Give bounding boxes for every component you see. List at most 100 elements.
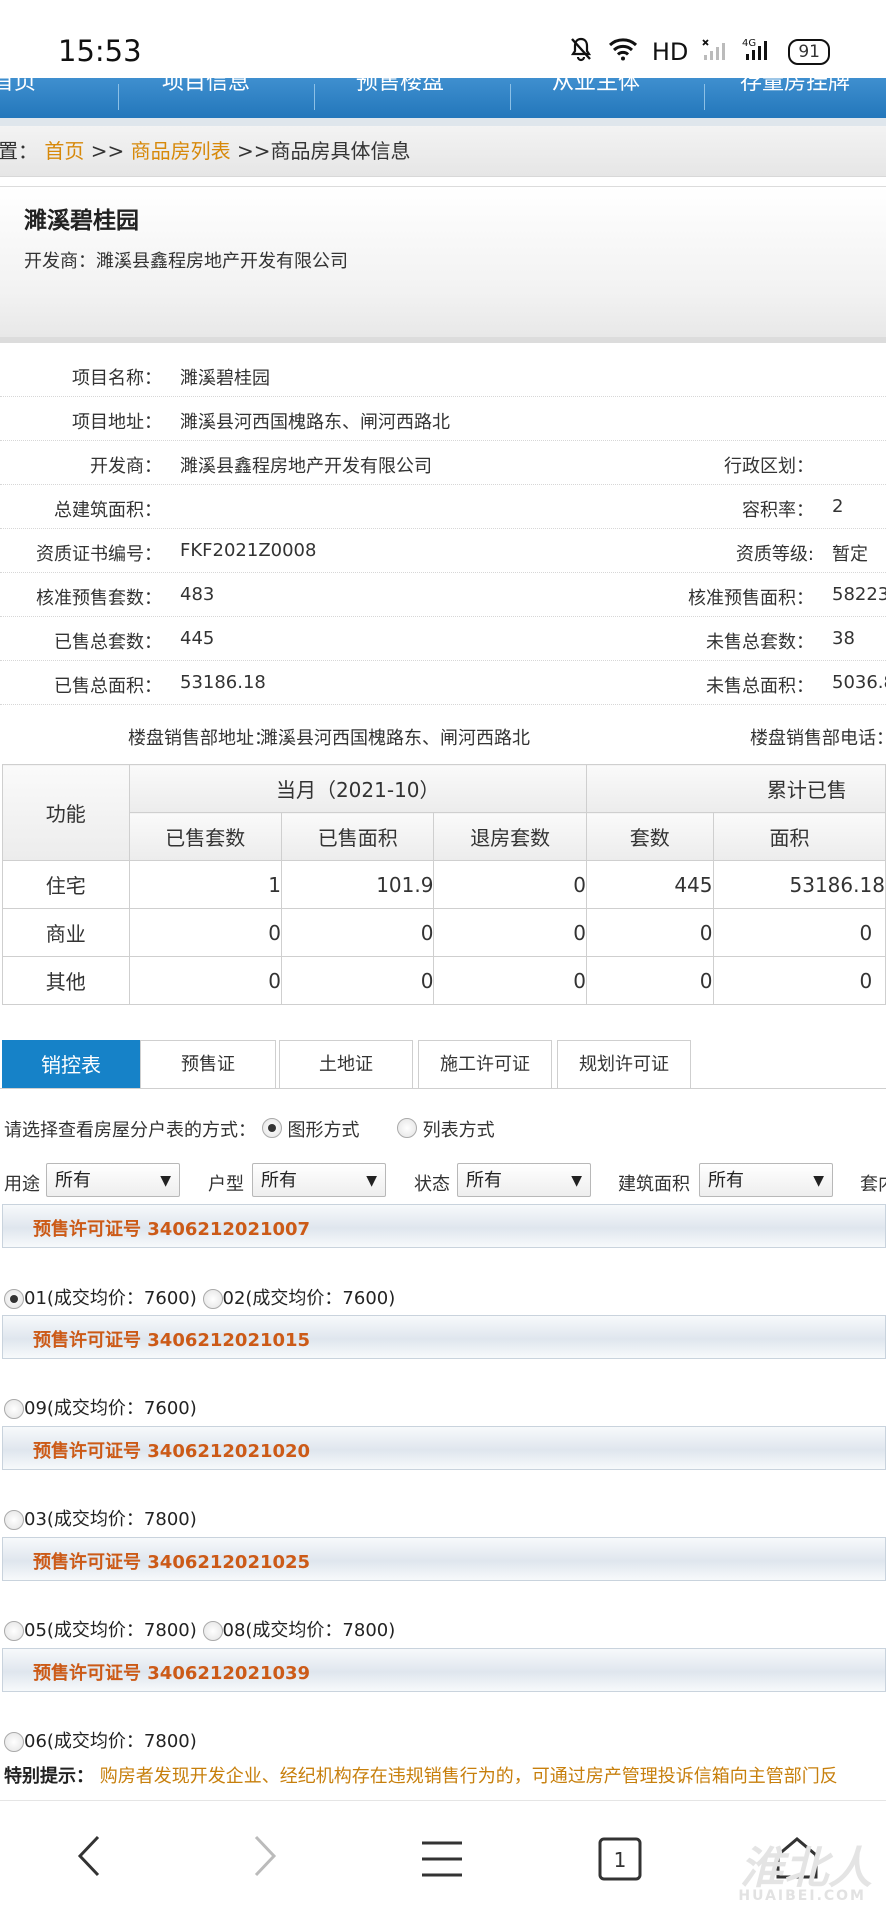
inner-area-label: 套内 bbox=[860, 1174, 886, 1195]
total-area-label: 总建筑面积： bbox=[54, 500, 162, 521]
special-notice: 特别提示： 购房者发现开发企业、经纪机构存在违规销售行为的，可通过房产管理投诉信… bbox=[4, 1762, 838, 1788]
tab-divider bbox=[0, 1088, 886, 1089]
nav-item-project-info[interactable]: 项目信息 bbox=[162, 78, 250, 96]
usage-select[interactable]: 所有 ▼ bbox=[46, 1163, 180, 1197]
nav-item-presale[interactable]: 预售楼盘 bbox=[356, 78, 444, 96]
project-name-label: 项目名称： bbox=[72, 368, 162, 389]
permit-header[interactable]: 预售许可证号 3406212021007 bbox=[2, 1204, 886, 1248]
cell: 0 bbox=[128, 908, 283, 957]
notice-label: 特别提示： bbox=[4, 1766, 94, 1787]
developer-value: 濉溪县鑫程房地产开发有限公司 bbox=[180, 456, 432, 477]
approved-units-label: 核准预售套数： bbox=[36, 588, 162, 609]
cell: 0 bbox=[281, 956, 435, 1005]
status-label: 状态 bbox=[414, 1174, 450, 1195]
menu-icon[interactable] bbox=[420, 1839, 464, 1890]
building-row: 05(成交均价：7800) 08(成交均价：7800) bbox=[4, 1616, 395, 1642]
nav-item-listings[interactable]: 存量房挂牌 bbox=[740, 78, 850, 96]
tab-construction-permit[interactable]: 施工许可证 bbox=[418, 1040, 552, 1089]
row-type: 住宅 bbox=[2, 860, 130, 909]
cumulative-header: 累计已售 bbox=[585, 764, 886, 813]
cell: 1 bbox=[128, 860, 283, 909]
permit-header[interactable]: 预售许可证号 3406212021025 bbox=[2, 1537, 886, 1581]
status-icons: HD 4G 91 bbox=[568, 36, 830, 67]
info-row-units: 已售总套数： 445 未售总套数： 38 bbox=[0, 616, 886, 661]
status-select[interactable]: 所有 ▼ bbox=[457, 1163, 591, 1197]
building-label[interactable]: 02(成交均价：7600) bbox=[223, 1288, 396, 1309]
signal-4g-icon: 4G bbox=[742, 36, 774, 67]
cert-no-value: FKF2021Z0008 bbox=[180, 540, 317, 561]
watermark-domain: HUAIBEI.COM bbox=[738, 1888, 866, 1904]
radio-list[interactable] bbox=[396, 1118, 417, 1138]
building-label[interactable]: 03(成交均价：7800) bbox=[24, 1509, 197, 1530]
radio-building-01[interactable] bbox=[4, 1289, 24, 1309]
sold-area-label: 已售总面积： bbox=[54, 676, 162, 697]
radio-building-06[interactable] bbox=[4, 1732, 24, 1752]
building-label[interactable]: 08(成交均价：7800) bbox=[223, 1620, 396, 1641]
bell-muted-icon bbox=[568, 36, 594, 67]
radio-building-08[interactable] bbox=[202, 1621, 223, 1641]
building-label[interactable]: 01(成交均价：7600) bbox=[24, 1288, 197, 1309]
radio-building-05[interactable] bbox=[4, 1621, 24, 1641]
cell: 0 bbox=[433, 860, 587, 909]
permit-header[interactable]: 预售许可证号 3406212021039 bbox=[2, 1648, 886, 1692]
sales-phone-label: 楼盘销售部电话： bbox=[750, 728, 886, 749]
sold-units-value: 445 bbox=[180, 628, 215, 649]
subheader-total-area: 面积 bbox=[712, 812, 886, 861]
breadcrumb-list-link[interactable]: 商品房列表 bbox=[131, 139, 231, 163]
cell: 0 bbox=[585, 908, 714, 957]
district-label: 行政区划： bbox=[724, 456, 814, 477]
notice-text: 购房者发现开发企业、经纪机构存在违规销售行为的，可通过房产管理投诉信箱向主管部门… bbox=[99, 1766, 838, 1787]
status-time: 15:53 bbox=[58, 34, 142, 68]
tab-presale-cert[interactable]: 预售证 bbox=[140, 1040, 276, 1089]
dropdown-arrow-icon: ▼ bbox=[813, 1173, 824, 1189]
row-type: 商业 bbox=[2, 908, 130, 957]
far-label: 容积率： bbox=[742, 500, 814, 521]
sales-office-label: 楼盘销售部地址： bbox=[128, 728, 272, 749]
building-label[interactable]: 09(成交均价：7600) bbox=[24, 1398, 197, 1419]
cert-level-value: 暂定 bbox=[832, 544, 868, 565]
subheader-sold-area: 已售面积 bbox=[281, 812, 435, 861]
permit-header[interactable]: 预售许可证号 3406212021015 bbox=[2, 1315, 886, 1359]
building-label[interactable]: 05(成交均价：7800) bbox=[24, 1620, 197, 1641]
dropdown-arrow-icon: ▼ bbox=[366, 1173, 377, 1189]
tab-land-cert[interactable]: 土地证 bbox=[279, 1040, 413, 1089]
cell: 0 bbox=[281, 908, 435, 957]
radio-building-03[interactable] bbox=[4, 1510, 24, 1530]
breadcrumb-current: >>商品房具体信息 bbox=[236, 139, 411, 163]
sales-summary-table: 功能 当月（2021-10） 累计已售 已售套数 已售面积 退房套数 套数 面积… bbox=[2, 764, 886, 1005]
permit-header[interactable]: 预售许可证号 3406212021020 bbox=[2, 1426, 886, 1470]
info-row-project-name: 项目名称： 濉溪碧桂园 bbox=[0, 352, 886, 397]
info-row-approved: 核准预售套数： 483 核准预售面积： 58223. bbox=[0, 572, 886, 617]
usage-label: 用途 bbox=[4, 1174, 40, 1195]
sold-units-label: 已售总套数： bbox=[54, 632, 162, 653]
table-row: 住宅 1 101.9 0 445 53186.18 bbox=[2, 860, 886, 909]
dropdown-arrow-icon: ▼ bbox=[160, 1173, 171, 1189]
tab-sales-control[interactable]: 销控表 bbox=[2, 1040, 140, 1089]
top-nav: 首页 项目信息 预售楼盘 从业主体 存量房挂牌 bbox=[0, 78, 886, 118]
nav-item-home[interactable]: 首页 bbox=[0, 78, 36, 96]
view-mode-row: 请选择查看房屋分户表的方式： 图形方式 列表方式 bbox=[4, 1116, 495, 1142]
area-label: 建筑面积 bbox=[618, 1174, 690, 1195]
radio-graphic[interactable] bbox=[261, 1118, 282, 1138]
view-mode-graphic-label: 图形方式 bbox=[287, 1120, 360, 1141]
layout-select[interactable]: 所有 ▼ bbox=[252, 1163, 386, 1197]
project-name-value: 濉溪碧桂园 bbox=[180, 368, 270, 389]
info-row-area: 已售总面积： 53186.18 未售总面积： 5036.8 bbox=[0, 660, 886, 705]
hd-network-label: HD bbox=[651, 37, 689, 66]
radio-building-02[interactable] bbox=[202, 1289, 223, 1309]
svg-text:1: 1 bbox=[614, 1848, 627, 1872]
watermark-logo: 淮北人 bbox=[740, 1843, 872, 1894]
back-icon[interactable] bbox=[76, 1833, 102, 1890]
tab-planning-permit[interactable]: 规划许可证 bbox=[557, 1040, 691, 1089]
radio-building-09[interactable] bbox=[4, 1399, 24, 1419]
table-subheader-row: 已售套数 已售面积 退房套数 套数 面积 bbox=[3, 812, 886, 861]
project-title: 濉溪碧桂园 bbox=[24, 208, 139, 234]
tabs-icon[interactable]: 1 bbox=[598, 1837, 642, 1892]
area-select[interactable]: 所有 ▼ bbox=[699, 1163, 833, 1197]
nav-item-practitioners[interactable]: 从业主体 bbox=[552, 78, 640, 96]
breadcrumb-home-link[interactable]: 首页 bbox=[44, 139, 84, 163]
sold-area-value: 53186.18 bbox=[180, 672, 266, 693]
forward-icon[interactable] bbox=[252, 1833, 278, 1890]
building-label[interactable]: 06(成交均价：7800) bbox=[24, 1731, 197, 1752]
cell: 445 bbox=[585, 860, 714, 909]
